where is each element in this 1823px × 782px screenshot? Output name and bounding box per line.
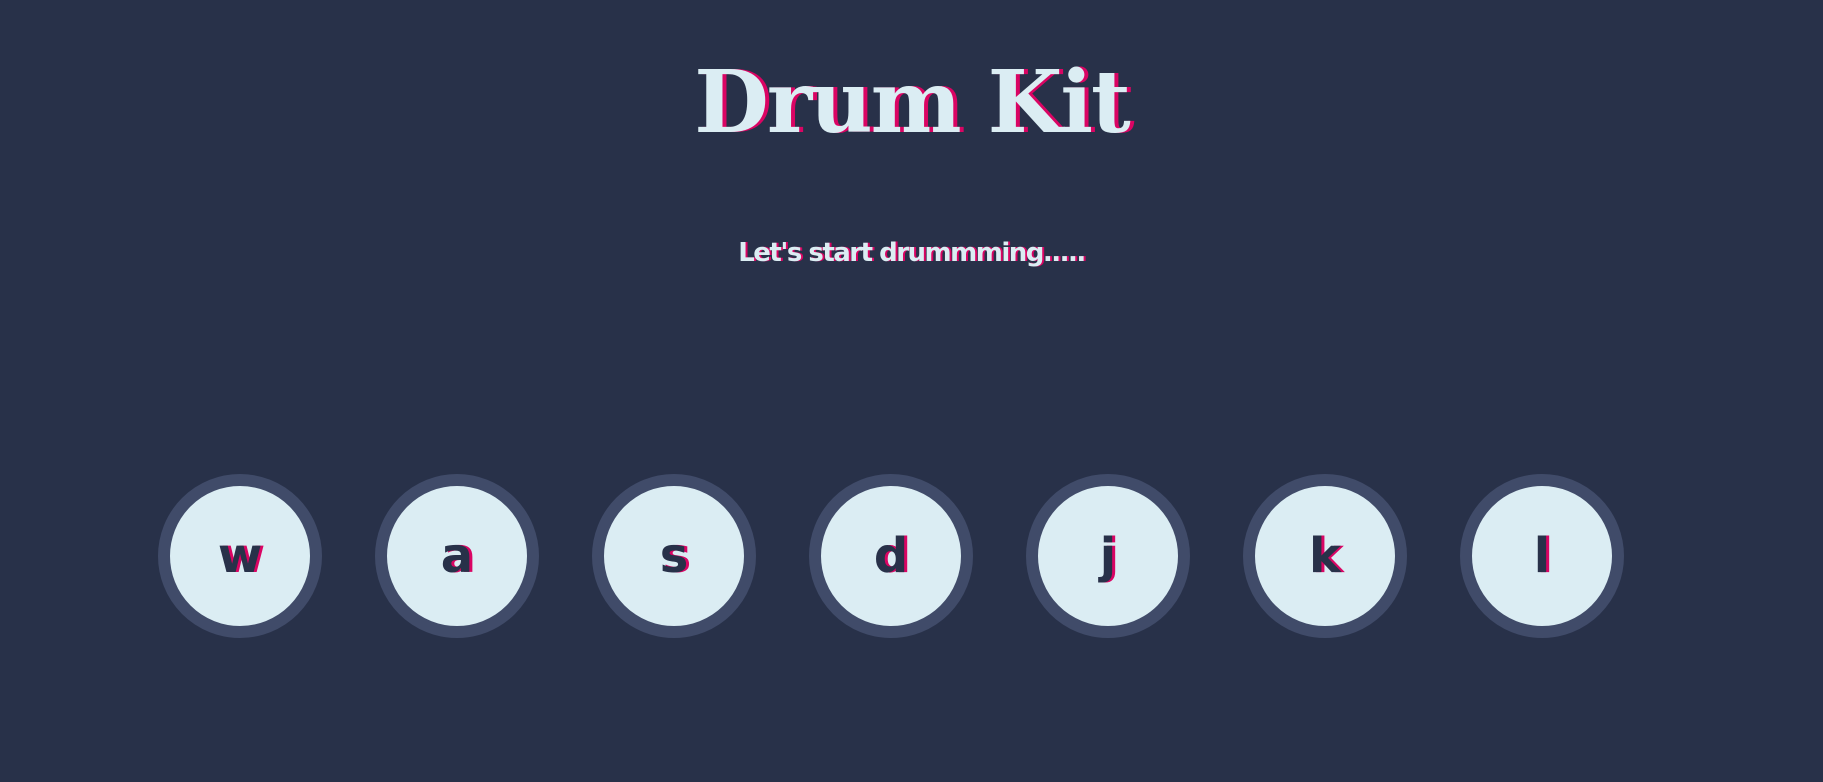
drum-button-a[interactable]: a <box>375 474 539 638</box>
drum-button-s[interactable]: s <box>592 474 756 638</box>
drum-set: w a s d j k l <box>0 0 1823 782</box>
drum-button-w[interactable]: w <box>158 474 322 638</box>
drum-button-d[interactable]: d <box>809 474 973 638</box>
drum-button-j[interactable]: j <box>1026 474 1190 638</box>
drum-button-l[interactable]: l <box>1460 474 1624 638</box>
drum-button-k[interactable]: k <box>1243 474 1407 638</box>
